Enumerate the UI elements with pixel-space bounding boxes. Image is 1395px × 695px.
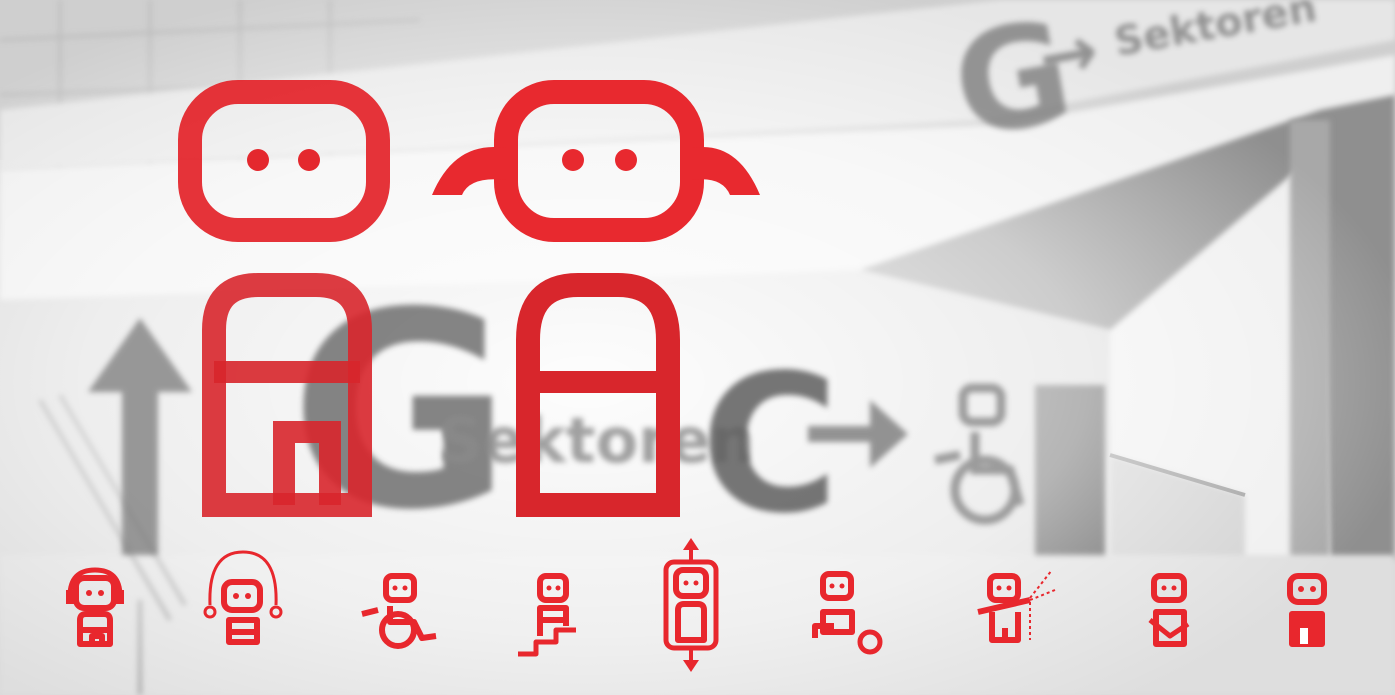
pictogram-poster: G Sektoren C G → Sektoren	[0, 0, 1395, 695]
sign-letter-large: C	[700, 334, 839, 555]
